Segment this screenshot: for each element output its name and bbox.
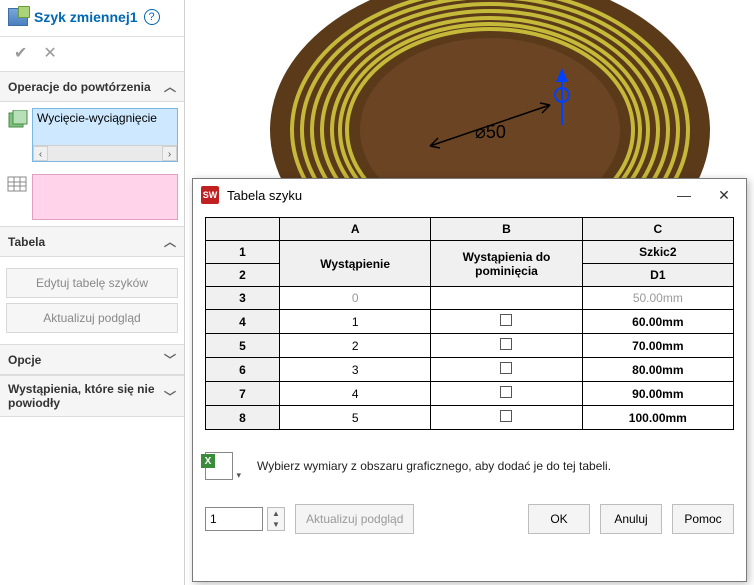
help-icon[interactable]: ? [144, 9, 160, 25]
section-failed-title: Wystąpienia, które się nie powiodły [8, 382, 164, 410]
section-table-header[interactable]: Tabela ︿ [0, 226, 184, 257]
instance-input[interactable] [205, 507, 263, 531]
dialog-title: Tabela szyku [227, 188, 662, 203]
property-panel: Szyk zmiennej1 ? ✔ ✕ Operacje do powtórz… [0, 0, 185, 585]
minimize-icon[interactable]: — [670, 187, 698, 204]
panel-title: Szyk zmiennej1 [34, 9, 138, 25]
col-header-blank [206, 218, 280, 241]
chevron-up-icon[interactable]: ︿ [164, 233, 176, 250]
bodies-icon [6, 174, 28, 196]
cancel-icon[interactable]: ✕ [43, 43, 56, 63]
section-failed-header[interactable]: Wystąpienia, które się nie powiodły ﹀ [0, 375, 184, 417]
cell-instance: 2 [280, 334, 431, 358]
cell-skip [431, 334, 582, 358]
ok-button[interactable]: OK [528, 504, 590, 534]
dropdown-arrow-icon: ▾ [236, 470, 241, 481]
row-header: 4 [206, 310, 280, 334]
ok-icon[interactable]: ✔ [14, 43, 27, 63]
row-header: 5 [206, 334, 280, 358]
bodies-listbox[interactable] [32, 174, 178, 220]
dialog-titlebar[interactable]: SW Tabela szyku — ✕ [193, 179, 746, 211]
section-options-header[interactable]: Opcje ﹀ [0, 344, 184, 375]
cancel-button[interactable]: Anuluj [600, 504, 662, 534]
cell-d1: 90.00mm [582, 382, 733, 406]
checkbox[interactable] [500, 314, 512, 326]
section-table-title: Tabela [8, 235, 45, 249]
spin-down-icon[interactable]: ▼ [268, 519, 284, 530]
table-row[interactable]: 85 100.00mm [206, 406, 734, 430]
instance-spinner[interactable]: ▲▼ [205, 507, 285, 531]
cell-instance: 4 [280, 382, 431, 406]
cell-skip [431, 382, 582, 406]
cell-skip [431, 310, 582, 334]
table-row[interactable]: 63 80.00mm [206, 358, 734, 382]
cell-d1: 60.00mm [582, 310, 733, 334]
cell-d1: 70.00mm [582, 334, 733, 358]
row-header: 8 [206, 406, 280, 430]
checkbox[interactable] [500, 410, 512, 422]
update-preview-button[interactable]: Aktualizuj podgląd [6, 303, 178, 333]
h-scrollbar[interactable]: ‹› [33, 145, 177, 161]
help-button[interactable]: Pomoc [672, 504, 734, 534]
spin-up-icon[interactable]: ▲ [268, 508, 284, 519]
header-d1: D1 [582, 264, 733, 287]
header-sketch: Szkic2 [582, 241, 733, 264]
dimension-label: ⌀50 [475, 122, 506, 142]
header-instance: Wystąpienie [280, 241, 431, 287]
feature-item[interactable]: Wycięcie-wyciągnięcie [33, 109, 177, 127]
section-operations-title: Operacje do powtórzenia [8, 80, 151, 94]
section-operations-header[interactable]: Operacje do powtórzenia ︿ [0, 71, 184, 102]
chevron-down-icon[interactable]: ﹀ [164, 351, 176, 368]
cell-skip [431, 358, 582, 382]
feature-icon [6, 110, 28, 132]
excel-export-button[interactable]: ▾ [205, 452, 233, 480]
cell-skip [431, 406, 582, 430]
checkbox[interactable] [500, 386, 512, 398]
row-header-1: 1 [206, 241, 280, 264]
section-options-title: Opcje [8, 353, 41, 367]
header-skip: Wystąpienia do pominięcia [431, 241, 582, 287]
col-header-a: A [280, 218, 431, 241]
cell-instance: 3 [280, 358, 431, 382]
row-header: 7 [206, 382, 280, 406]
scroll-left-icon: ‹ [33, 146, 48, 161]
update-preview-dialog-button[interactable]: Aktualizuj podgląd [295, 504, 414, 534]
features-listbox[interactable]: Wycięcie-wyciągnięcie ‹› [32, 108, 178, 162]
pattern-table-dialog: SW Tabela szyku — ✕ A B C 1 Wystąpienie … [192, 178, 747, 582]
cell-d1: 50.00mm [582, 287, 733, 310]
confirm-cancel-row: ✔ ✕ [0, 37, 184, 71]
cell-d1: 100.00mm [582, 406, 733, 430]
row-header: 6 [206, 358, 280, 382]
edit-pattern-table-button[interactable]: Edytuj tabelę szyków [6, 268, 178, 298]
pattern-table[interactable]: A B C 1 Wystąpienie Wystąpienia do pomin… [205, 217, 734, 430]
chevron-down-icon[interactable]: ﹀ [164, 388, 176, 405]
solidworks-icon: SW [201, 186, 219, 204]
scroll-right-icon: › [162, 146, 177, 161]
cell-instance: 5 [280, 406, 431, 430]
variable-pattern-icon [8, 8, 28, 26]
checkbox[interactable] [500, 362, 512, 374]
cell-instance: 0 [280, 287, 431, 310]
cell-skip [431, 287, 582, 310]
col-header-b: B [431, 218, 582, 241]
table-row[interactable]: 41 60.00mm [206, 310, 734, 334]
row-header: 3 [206, 287, 280, 310]
close-icon[interactable]: ✕ [710, 187, 738, 204]
cell-d1: 80.00mm [582, 358, 733, 382]
cell-instance: 1 [280, 310, 431, 334]
row-header-2: 2 [206, 264, 280, 287]
col-header-c: C [582, 218, 733, 241]
hint-text: Wybierz wymiary z obszaru graficznego, a… [257, 459, 611, 473]
table-row[interactable]: 74 90.00mm [206, 382, 734, 406]
checkbox[interactable] [500, 338, 512, 350]
chevron-up-icon[interactable]: ︿ [164, 78, 176, 95]
table-row[interactable]: 30 50.00mm [206, 287, 734, 310]
panel-header: Szyk zmiennej1 ? [0, 0, 184, 37]
table-row[interactable]: 52 70.00mm [206, 334, 734, 358]
